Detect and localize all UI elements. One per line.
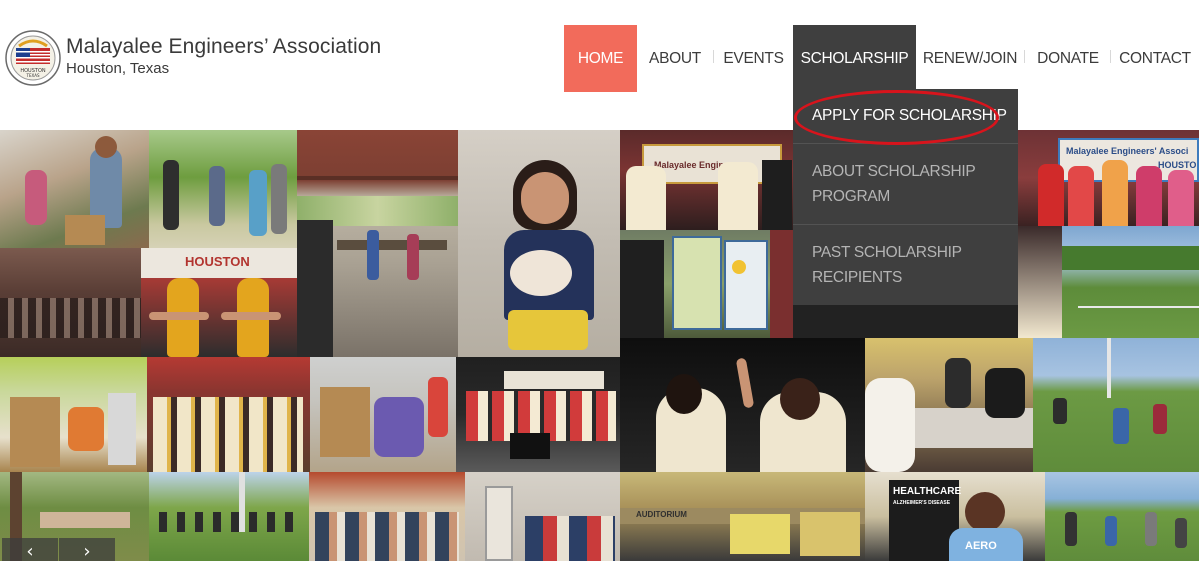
site-title[interactable]: Malayalee Engineers’ Association <box>66 35 381 59</box>
photo-field-players <box>1045 472 1199 561</box>
nav-separator <box>1024 50 1025 63</box>
photo-sports-field <box>1018 226 1199 338</box>
menu-item-label: RECIPIENTS <box>812 269 903 286</box>
banner-text: HOUSTON <box>185 254 250 269</box>
shirt-text: AERO <box>965 540 997 552</box>
menu-divider <box>793 143 1018 144</box>
auditorium-sign: AUDITORIUM <box>636 510 687 519</box>
nav-about[interactable]: ABOUT <box>643 25 707 92</box>
photo-pavilion-picnic <box>297 130 458 357</box>
nav-separator <box>1110 50 1111 63</box>
photo-group-dance <box>147 357 310 472</box>
site-logo[interactable]: HOUSTON TEXAS Malayalee Engineers’ Assoc… <box>5 30 381 86</box>
photo-auditorium: AUDITORIUM <box>620 472 865 561</box>
photo-dancers-houston: HOUSTON <box>141 248 297 357</box>
menu-item-label: APPLY FOR SCHOLARSHIP <box>812 107 1007 124</box>
photo-packing-boxes <box>0 357 147 472</box>
menu-item-label: ABOUT SCHOLARSHIP <box>812 163 976 180</box>
photo-choir-stage <box>456 357 620 472</box>
scholarship-dropdown-menu: APPLY FOR SCHOLARSHIP ABOUT SCHOLARSHIP … <box>793 89 1018 305</box>
photo-girl-with-bowl <box>458 130 620 357</box>
photo-science-fair <box>620 230 793 338</box>
photo-speaker <box>465 472 620 561</box>
photo-field-kids <box>1033 338 1199 472</box>
poster-title: HEALTHCARE <box>893 486 962 497</box>
nav-events[interactable]: EVENTS <box>720 25 787 92</box>
photo-dancers-high-five <box>620 338 865 472</box>
site-subtitle: Houston, Texas <box>66 60 170 77</box>
nav-contact[interactable]: CONTACT <box>1116 25 1194 92</box>
association-seal-icon: HOUSTON TEXAS <box>5 30 61 86</box>
nav-separator <box>713 50 714 63</box>
banner-text: HOUSTO <box>1158 160 1197 170</box>
poster-subtitle: ALZHEIMER'S DISEASE <box>893 500 951 506</box>
nav-renew-join[interactable]: RENEW/JOIN <box>922 25 1018 92</box>
svg-text:TEXAS: TEXAS <box>26 73 40 78</box>
photo-healthcare-poster: HEALTHCARE ALZHEIMER'S DISEASE AERO <box>865 472 1045 561</box>
photo-park-games <box>149 130 297 248</box>
nav-donate[interactable]: DONATE <box>1032 25 1104 92</box>
photo-stage-banner-left: Malayalee Engineers <box>620 130 793 230</box>
photo-family-group <box>309 472 465 561</box>
menu-item-about-scholarship-program[interactable]: ABOUT SCHOLARSHIP PROGRAM <box>793 159 1018 209</box>
photo-stage-banner-right: Malayalee Engineers' Associ HOUSTO <box>1018 130 1199 226</box>
photo-collage: Malayalee Engineers Malayalee Engineers'… <box>0 130 1199 561</box>
nav-home[interactable]: HOME <box>564 25 637 92</box>
menu-item-label: PROGRAM <box>812 188 890 205</box>
slider-prev-button[interactable]: ‹ <box>2 538 58 561</box>
photo-park-event <box>149 472 309 561</box>
menu-item-apply-for-scholarship[interactable]: APPLY FOR SCHOLARSHIP <box>793 103 1018 128</box>
photo-volunteers <box>0 130 149 248</box>
site-header: HOUSTON TEXAS Malayalee Engineers’ Assoc… <box>0 0 1199 130</box>
photo-dinner-table <box>865 338 1033 472</box>
nav-scholarship[interactable]: SCHOLARSHIP <box>793 25 916 92</box>
photo-audience <box>0 248 141 357</box>
menu-divider <box>793 224 1018 225</box>
menu-item-past-scholarship-recipients[interactable]: PAST SCHOLARSHIP RECIPIENTS <box>793 240 1018 290</box>
menu-item-label: PAST SCHOLARSHIP <box>812 244 962 261</box>
photo-volunteer-boxes <box>310 357 456 472</box>
banner-text: Malayalee Engineers' Associ <box>1066 146 1189 156</box>
slider-next-button[interactable]: › <box>59 538 115 561</box>
